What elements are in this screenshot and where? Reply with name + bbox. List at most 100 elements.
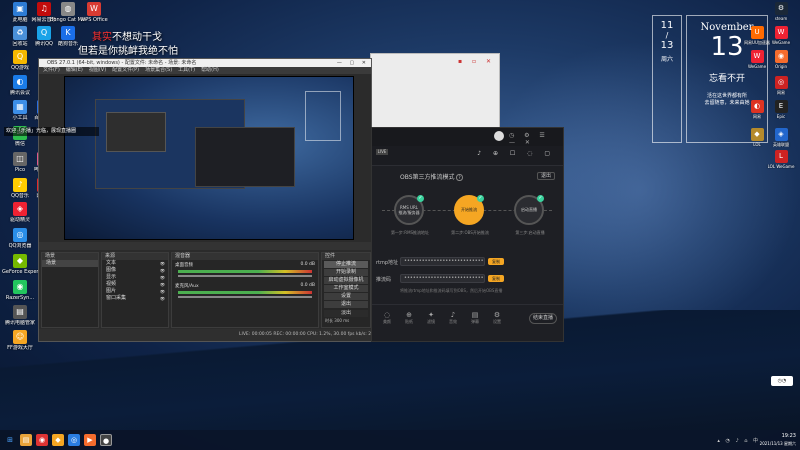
desktop-icon[interactable]: ◎ 网易 bbox=[764, 76, 798, 95]
control-button[interactable]: 停止推流 bbox=[324, 261, 368, 268]
menu-item[interactable]: 场景集合(S) bbox=[145, 67, 172, 73]
info-action-icons[interactable]: ♪ ⊕ ☐ ◌ ▢ bbox=[477, 150, 555, 157]
desktop-icon[interactable]: L LOL WeGame bbox=[764, 150, 798, 169]
obs-window[interactable]: OBS 27.0.1 (64-bit, windows) - 配置文件: 未命名… bbox=[38, 58, 372, 342]
header-tool-icons[interactable]: ◷ ⚙ ☰ — ✕ bbox=[509, 132, 563, 146]
step3-circle[interactable]: 启动直播 ✓ bbox=[514, 195, 544, 225]
end-live-button[interactable]: 结束直播 bbox=[529, 313, 557, 324]
desktop-icon[interactable]: ◈ 驱动精灵 bbox=[2, 202, 38, 223]
desktop-icon-label: LOL WeGame bbox=[767, 164, 795, 169]
desktop-icon[interactable]: ▤ 腾讯电脑管家 bbox=[2, 305, 38, 326]
taskbar-app-icon[interactable]: ◎ bbox=[68, 434, 80, 446]
menu-item[interactable]: 帮助(H) bbox=[201, 67, 219, 73]
tool-icon: ⊕ bbox=[406, 311, 412, 319]
source-item[interactable]: 文本 👁 bbox=[102, 260, 168, 267]
source-item[interactable]: 视频 👁 bbox=[102, 281, 168, 288]
app-icon: ◆ bbox=[13, 254, 27, 268]
source-item[interactable]: 显示 👁 bbox=[102, 274, 168, 281]
stream-key-input[interactable]: •••••••••••••••••••••••••••••• bbox=[400, 274, 485, 283]
transition-select[interactable]: 淡出 bbox=[324, 310, 368, 317]
eye-icon[interactable]: 👁 bbox=[160, 260, 165, 267]
desktop-icon[interactable]: ⚙ steam bbox=[764, 2, 798, 21]
exit-mode-button[interactable]: 退出 bbox=[537, 172, 555, 180]
volume-slider[interactable] bbox=[178, 275, 312, 277]
menu-item[interactable]: 配置文件(P) bbox=[112, 67, 139, 73]
desktop-icon[interactable]: ◆GeForce Experience bbox=[2, 254, 38, 275]
toolbar-tool[interactable]: ⚙ 设置 bbox=[488, 311, 506, 325]
taskbar-clock[interactable]: 19:23 2021/11/13 星期六 bbox=[760, 433, 796, 447]
taskbar-app-icon[interactable]: ▶ bbox=[84, 434, 96, 446]
menu-item[interactable]: 工具(T) bbox=[178, 67, 195, 73]
step1-circle[interactable]: RMS URL 推流/服务器 ✓ bbox=[394, 195, 424, 225]
desktop-icon[interactable]: ◈ 英雄联盟 bbox=[764, 128, 798, 147]
volume-slider[interactable] bbox=[178, 296, 312, 298]
taskbar-explorer-icon[interactable]: ▤ bbox=[20, 434, 32, 446]
copy-rtmp-button[interactable]: 复制 bbox=[488, 258, 504, 265]
taskbar-app-icon[interactable]: ◉ bbox=[36, 434, 48, 446]
source-item[interactable]: 图像 👁 bbox=[102, 267, 168, 274]
desktop-icon[interactable]: ◐ 腾讯会议 bbox=[2, 75, 38, 96]
copy-key-button[interactable]: 复制 bbox=[488, 275, 504, 282]
step2-circle[interactable]: 开始推流 ✓ bbox=[454, 195, 484, 225]
obs-preview[interactable] bbox=[64, 76, 354, 240]
source-item[interactable]: 窗口采集 👁 bbox=[102, 295, 168, 302]
windows-start-icon[interactable]: ⊞ bbox=[4, 434, 16, 446]
scenes-panel: 场景 场景 bbox=[41, 252, 99, 328]
menu-item[interactable]: 文件(F) bbox=[43, 67, 60, 73]
desktop-icon[interactable]: ◫ Pico bbox=[2, 152, 38, 173]
desktop-icon[interactable]: ◉ Origin bbox=[764, 50, 798, 69]
desktop-icon[interactable]: ◉ RazerSyn... bbox=[2, 280, 38, 301]
obs-status-bar: LIVE: 00:00:05 REC: 00:00:00 CPU: 1.2%, … bbox=[39, 329, 371, 341]
source-label: 窗口采集 bbox=[106, 295, 127, 301]
mixer-db: 0.0 dB bbox=[300, 283, 315, 288]
toolbar-tool[interactable]: ◌ 美颜 bbox=[378, 311, 396, 325]
help-icon[interactable]: ? bbox=[456, 174, 463, 181]
eye-icon[interactable]: 👁 bbox=[160, 281, 165, 288]
duration-label: 时长 bbox=[325, 318, 333, 323]
obs-titlebar[interactable]: OBS 27.0.1 (64-bit, windows) - 配置文件: 未命名… bbox=[39, 59, 371, 67]
control-button[interactable]: 工作室模式 bbox=[324, 285, 368, 292]
scene-item[interactable]: 场景 bbox=[42, 260, 98, 267]
taskbar-obs-icon[interactable]: ● bbox=[100, 434, 112, 446]
eye-icon[interactable]: 👁 bbox=[160, 288, 165, 295]
app-icon: ☺ bbox=[13, 330, 27, 344]
desktop-icon[interactable]: Q QQ游戏 bbox=[2, 50, 38, 71]
floating-tool-icon[interactable]: ◷◔ bbox=[771, 376, 793, 386]
desktop-icon-label: 网易 bbox=[777, 90, 785, 95]
source-item[interactable]: 图片 👁 bbox=[102, 288, 168, 295]
eye-icon[interactable]: 👁 bbox=[160, 267, 165, 274]
desktop-icon[interactable]: ◎ QQ浏览器 bbox=[2, 228, 38, 249]
taskbar-app-icon[interactable]: ◆ bbox=[52, 434, 64, 446]
source-label: 图片 bbox=[106, 288, 117, 294]
menu-item[interactable]: 视图(V) bbox=[89, 67, 106, 73]
eye-icon[interactable]: 👁 bbox=[160, 295, 165, 302]
live-companion-window[interactable]: ◷ ⚙ ☰ — ✕ LIVE ♪ ⊕ ☐ ◌ ▢ OBS第三方推流模式 ? 退出… bbox=[371, 127, 564, 342]
toolbar-tool[interactable]: ⊕ 贴纸 bbox=[400, 311, 418, 325]
desktop-icon[interactable]: W WPS Office bbox=[76, 2, 112, 23]
app-icon: ◎ bbox=[13, 228, 27, 242]
window-controls-icon[interactable]: — ▢ ✕ bbox=[337, 59, 369, 67]
avatar[interactable] bbox=[494, 131, 504, 141]
toolbar-tool[interactable]: ▤ 弹幕 bbox=[466, 311, 484, 325]
desktop-icon-label: WeGame bbox=[771, 40, 791, 45]
toolbar-tool[interactable]: ♪ 音效 bbox=[444, 311, 462, 325]
app-icon: ⚙ bbox=[774, 2, 788, 15]
menu-item[interactable]: 编辑(E) bbox=[66, 67, 83, 73]
background-window[interactable]: ▪ ▫ ✕ bbox=[370, 53, 500, 128]
control-button[interactable]: 启动虚拟摄像机 bbox=[324, 277, 368, 284]
control-button[interactable]: 退出 bbox=[324, 301, 368, 308]
desktop-icon[interactable]: E Epic bbox=[764, 100, 798, 119]
tray-icons[interactable]: ▴ ◔ ♪ ⌂ 中 bbox=[717, 437, 760, 444]
control-button[interactable]: 开始录制 bbox=[324, 269, 368, 276]
window-controls-icon[interactable]: ▪ ▫ ✕ bbox=[458, 58, 495, 65]
toolbar-tool[interactable]: ✦ 滤镜 bbox=[422, 311, 440, 325]
desktop-icon[interactable]: W WeGame bbox=[764, 26, 798, 45]
app-icon: E bbox=[774, 100, 788, 113]
eye-icon[interactable]: 👁 bbox=[160, 274, 165, 281]
control-button[interactable]: 设置 bbox=[324, 293, 368, 300]
rtmp-input[interactable]: •••••••••••••••••••••••••••••••• bbox=[400, 257, 485, 266]
duration-value[interactable]: 300 ms bbox=[334, 318, 349, 323]
desktop-icon[interactable]: ☺ FF游戏大厅 bbox=[2, 330, 38, 351]
preview-nested-obs bbox=[106, 112, 166, 152]
desktop-icon-label: GeForce Experience bbox=[2, 269, 38, 275]
